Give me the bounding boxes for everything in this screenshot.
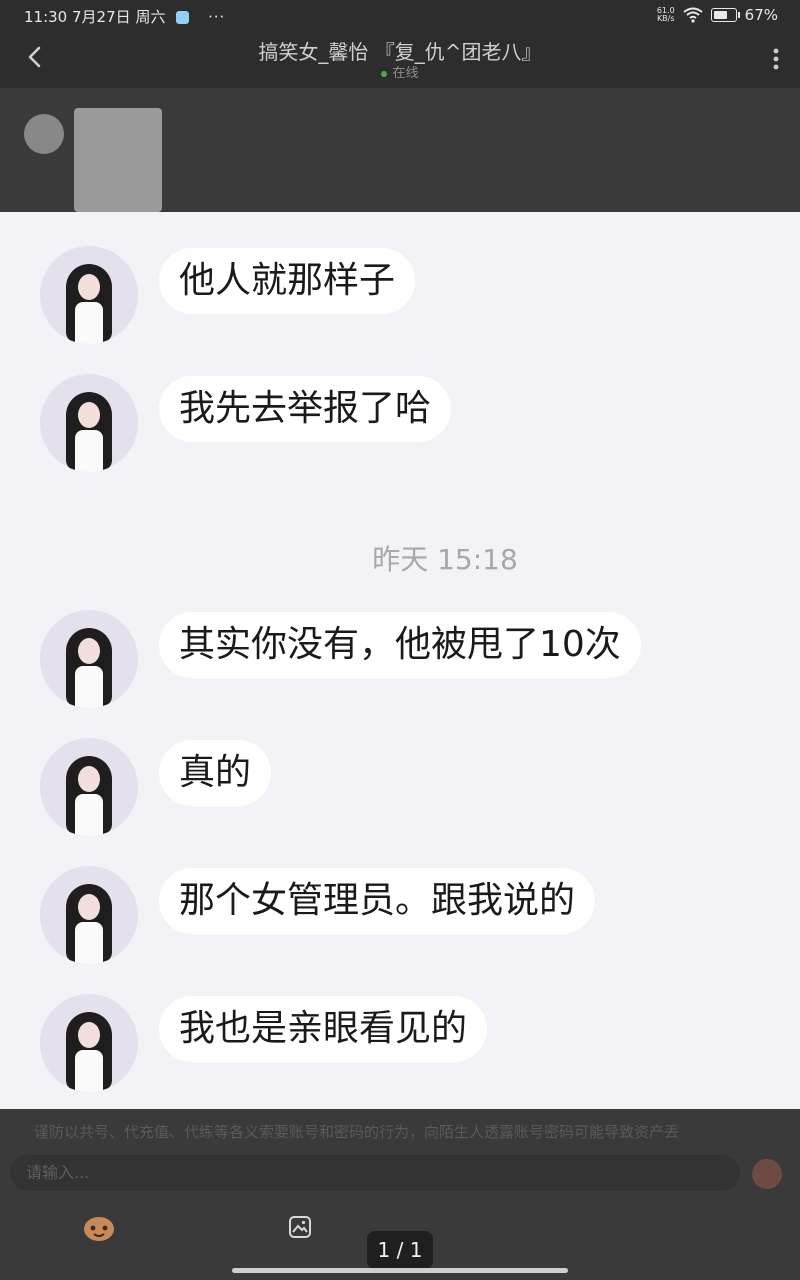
message-row: 他人就那样子 xyxy=(40,246,416,344)
status-left: 11:30 7月27日 周六 ··· xyxy=(24,6,225,27)
wifi-icon xyxy=(683,7,703,23)
emoji-face-icon[interactable] xyxy=(82,1213,116,1243)
avatar xyxy=(40,738,138,836)
more-vertical-icon[interactable] xyxy=(770,44,782,74)
app-notification-icon xyxy=(176,11,190,24)
avatar xyxy=(40,374,138,472)
message-row: 我先去举报了哈 xyxy=(40,374,452,472)
home-indicator[interactable] xyxy=(232,1268,568,1273)
message-bubble: 他人就那样子 xyxy=(159,248,416,314)
weekday: 周六 xyxy=(135,8,166,26)
net-speed: 61.0 KB/s xyxy=(656,6,675,23)
message-row: 我也是亲眼看见的 xyxy=(40,994,488,1092)
chat-header: 搞笑女_馨怡 『复_仇^团老八』 在线 xyxy=(0,32,800,88)
message-row: 那个女管理员。跟我说的 xyxy=(40,866,596,964)
message-bubble: 其实你没有，他被甩了10次 xyxy=(159,612,641,678)
background-chat xyxy=(0,88,800,212)
chat-title: 搞笑女_馨怡 『复_仇^团老八』 xyxy=(258,40,542,64)
image-icon[interactable] xyxy=(288,1215,312,1239)
overflow-icon: ··· xyxy=(208,8,226,26)
avatar xyxy=(40,866,138,964)
image-viewer[interactable]: 他人就那样子 我先去举报了哈 昨天 15:18 其实你没有，他被甩了10次 真的… xyxy=(0,212,800,1109)
image-thumbnail xyxy=(74,108,162,212)
online-dot-icon xyxy=(381,70,388,77)
message-input[interactable]: 请输入... xyxy=(10,1155,740,1191)
safety-notice: 谨防以共号、代充值、代练等各义索要账号和密码的行为，向陌生人透露账号密码可能导致… xyxy=(0,1109,800,1155)
page-indicator: 1 / 1 xyxy=(367,1231,433,1269)
message-bubble: 我先去举报了哈 xyxy=(159,376,452,442)
clock: 11:30 xyxy=(24,8,68,26)
date: 7月27日 xyxy=(72,8,131,26)
send-icon[interactable] xyxy=(752,1159,782,1189)
avatar xyxy=(24,114,64,154)
message-timestamp: 昨天 15:18 xyxy=(372,543,518,576)
message-bubble: 我也是亲眼看见的 xyxy=(159,996,488,1062)
message-bubble: 真的 xyxy=(159,740,272,806)
status-bar: 11:30 7月27日 周六 ··· 61.0 KB/s 67% xyxy=(0,0,800,32)
message-bubble: 那个女管理员。跟我说的 xyxy=(159,868,596,934)
online-status: 在线 xyxy=(0,62,800,81)
message-row: 其实你没有，他被甩了10次 xyxy=(40,610,641,708)
avatar xyxy=(40,610,138,708)
message-row: 真的 xyxy=(40,738,272,836)
avatar xyxy=(40,246,138,344)
battery-percent: 67% xyxy=(744,6,778,24)
avatar xyxy=(40,994,138,1092)
status-right: 61.0 KB/s 67% xyxy=(657,6,778,24)
battery-icon xyxy=(710,8,740,22)
